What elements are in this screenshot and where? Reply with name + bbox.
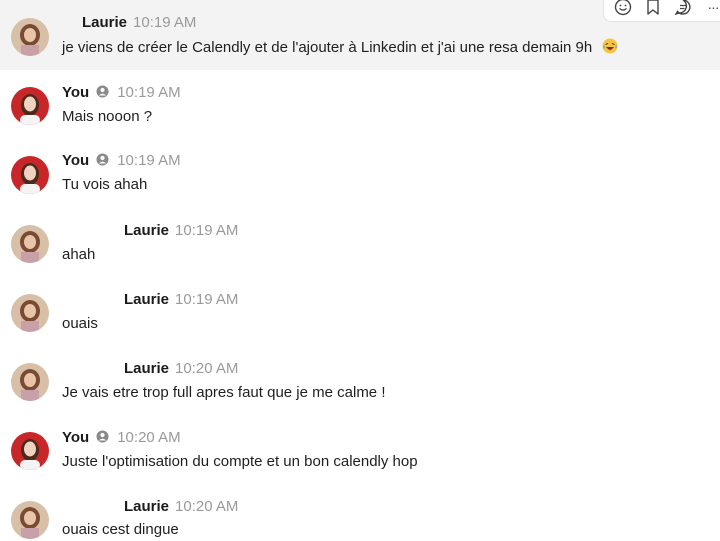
redacted-name xyxy=(62,223,122,233)
message-text: ouais xyxy=(62,315,98,332)
message-row[interactable]: You 10:19 AM Tu vois ahah xyxy=(0,139,720,208)
message-text: Je vais etre trop full apres faut que je… xyxy=(62,384,386,401)
sender-name[interactable]: Laurie xyxy=(124,498,169,515)
more-icon[interactable]: ··· xyxy=(702,0,720,18)
redacted-name xyxy=(62,499,122,509)
sender-name[interactable]: Laurie xyxy=(124,291,169,308)
redacted-name xyxy=(62,292,122,302)
user-status-icon xyxy=(96,85,109,103)
sender-name[interactable]: You xyxy=(62,429,89,446)
avatar-laurie[interactable] xyxy=(11,294,49,332)
avatar-laurie[interactable] xyxy=(11,363,49,401)
avatar-laurie[interactable] xyxy=(11,18,49,56)
message-header: Laurie 10:20 AM xyxy=(62,498,238,518)
timestamp[interactable]: 10:19 AM xyxy=(175,222,238,239)
timestamp[interactable]: 10:19 AM xyxy=(133,14,196,31)
message-header: You 10:20 AM xyxy=(62,429,181,449)
message-row[interactable]: You 10:20 AM Juste l'optimisation du com… xyxy=(0,415,720,484)
message-header: Laurie 10:19 AM xyxy=(62,14,196,34)
message-row[interactable]: Laurie 10:19 AM je viens de créer le Cal… xyxy=(0,0,720,70)
message-text: Tu vois ahah xyxy=(62,176,148,193)
reply-thread-icon[interactable] xyxy=(672,0,694,18)
timestamp[interactable]: 10:20 AM xyxy=(117,429,180,446)
timestamp[interactable]: 10:19 AM xyxy=(175,291,238,308)
message-row[interactable]: Laurie 10:20 AM ouais cest dingue xyxy=(0,484,720,541)
bookmark-icon[interactable] xyxy=(642,0,664,18)
sender-name[interactable]: Laurie xyxy=(82,14,127,31)
sender-name[interactable]: You xyxy=(62,84,89,101)
sender-name[interactable]: You xyxy=(62,152,89,169)
redacted-name xyxy=(62,361,122,371)
user-status-icon xyxy=(96,430,109,448)
message-header: You 10:19 AM xyxy=(62,84,181,104)
avatar-you[interactable] xyxy=(11,156,49,194)
message-actions-toolbar: ··· xyxy=(603,0,720,22)
timestamp[interactable]: 10:19 AM xyxy=(117,152,180,169)
more-label: ··· xyxy=(707,0,720,15)
avatar-laurie[interactable] xyxy=(11,501,49,539)
timestamp[interactable]: 10:19 AM xyxy=(117,84,180,101)
message-row[interactable]: Laurie 10:19 AM ahah xyxy=(0,208,720,277)
smiley-icon[interactable] xyxy=(612,0,634,18)
user-status-icon xyxy=(96,153,109,171)
avatar-you[interactable] xyxy=(11,87,49,125)
message-header: Laurie 10:19 AM xyxy=(62,291,238,311)
message-text: ahah xyxy=(62,246,96,263)
message-text: ouais cest dingue xyxy=(62,521,179,538)
message-text: Juste l'optimisation du compte et un bon… xyxy=(62,453,418,470)
laughing-face-icon xyxy=(602,38,618,58)
message-row[interactable]: Laurie 10:20 AM Je vais etre trop full a… xyxy=(0,346,720,415)
sender-name[interactable]: Laurie xyxy=(124,360,169,377)
message-header: Laurie 10:20 AM xyxy=(62,360,238,380)
message-header: You 10:19 AM xyxy=(62,152,181,172)
message-header: Laurie 10:19 AM xyxy=(62,222,238,242)
sender-name[interactable]: Laurie xyxy=(124,222,169,239)
timestamp[interactable]: 10:20 AM xyxy=(175,360,238,377)
message-text: je viens de créer le Calendly et de l'aj… xyxy=(62,38,618,58)
avatar-you[interactable] xyxy=(11,432,49,470)
avatar-laurie[interactable] xyxy=(11,225,49,263)
message-row[interactable]: You 10:19 AM Mais nooon ? xyxy=(0,70,720,139)
timestamp[interactable]: 10:20 AM xyxy=(175,498,238,515)
message-body: je viens de créer le Calendly et de l'aj… xyxy=(62,38,593,56)
redacted-name xyxy=(62,15,80,25)
message-text: Mais nooon ? xyxy=(62,108,153,125)
message-row[interactable]: Laurie 10:19 AM ouais xyxy=(0,277,720,346)
